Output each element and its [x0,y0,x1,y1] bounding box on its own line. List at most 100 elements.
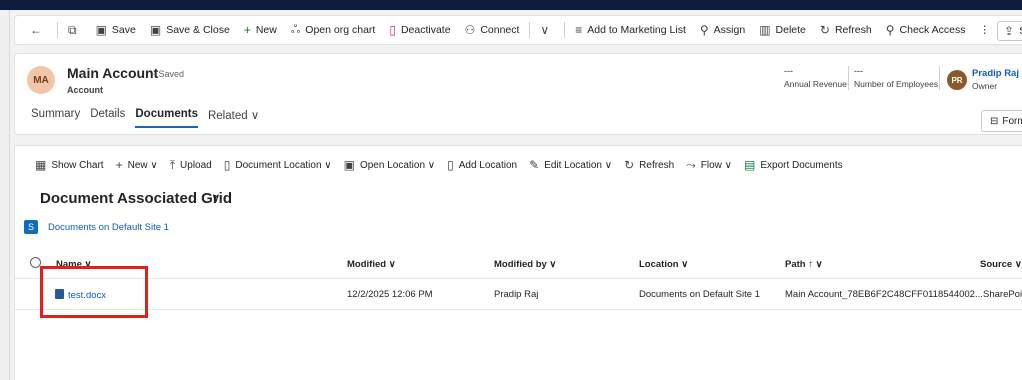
save-close-button[interactable]: ▣ Save & Close [143,16,237,44]
check-access-label: Check Access [899,24,966,36]
record-header: MA Main Account - Saved Account --- Annu… [14,53,1022,135]
document-location-icon: ▯ [223,158,231,172]
new-button[interactable]: + New [237,16,284,44]
export-documents-button[interactable]: ▤ Export Documents [738,152,849,178]
chevron-down-icon[interactable]: ∨ [211,190,221,206]
show-chart-button[interactable]: ▦ Show Chart [29,152,110,178]
save-label: Save [111,24,136,36]
add-location-label: Add Location [458,159,518,171]
annual-revenue-value: --- [784,66,793,76]
flow-label: Flow ∨ [700,159,732,171]
check-access-icon: ⚲ [885,23,895,37]
add-marketing-list-button[interactable]: ≡ Add to Marketing List [568,16,693,44]
refresh-icon: ↻ [624,158,635,172]
source-cell: SharePoi [983,289,1022,300]
column-header-modified-by[interactable]: Modified by ∨ [494,259,556,270]
share-button[interactable]: ⇪Sl [997,21,1022,41]
open-location-button[interactable]: ▣ Open Location ∨ [338,152,442,178]
new-document-button[interactable]: + New ∨ [110,152,164,178]
record-name: Main Account [67,65,159,81]
delete-button[interactable]: ▥ Delete [752,16,813,44]
assign-button[interactable]: ⚲ Assign [693,16,752,44]
divider [564,22,566,38]
divider [848,66,849,90]
modified-cell: 12/2/2025 12:06 PM [347,289,433,300]
assign-icon: ⚲ [699,23,709,37]
connect-button[interactable]: ⚇ Connect [458,16,527,44]
refresh-label: Refresh [834,24,872,36]
chart-icon: ▦ [35,158,47,172]
delete-icon: ▥ [759,23,771,37]
document-location-label: Document Location ∨ [235,159,332,171]
marketing-list-icon: ≡ [575,23,583,37]
more-commands-chevron[interactable]: ∨ [533,16,561,44]
owner-label: Owner [972,81,998,91]
employees-value: --- [854,66,863,76]
connect-icon: ⚇ [464,23,476,37]
deactivate-icon: ▯ [389,23,396,37]
open-location-icon: ▣ [343,158,355,172]
grid-refresh-label: Refresh [639,159,675,171]
tab-details[interactable]: Details [90,108,125,128]
plus-icon: + [243,23,251,37]
default-site-link[interactable]: S Documents on Default Site 1 [24,220,169,234]
grid-title[interactable]: Document Associated Grid [40,190,232,207]
org-chart-button[interactable]: ஃ Open org chart [284,16,382,44]
document-location-button[interactable]: ▯ Document Location ∨ [218,152,338,178]
edit-location-button[interactable]: ✎ Edit Location ∨ [523,152,618,178]
check-access-button[interactable]: ⚲ Check Access [879,16,973,44]
left-nav-strip [0,10,10,380]
save-icon: ▣ [95,23,107,37]
assign-label: Assign [713,24,746,36]
tab-summary[interactable]: Summary [31,108,80,128]
column-header-modified[interactable]: Modified ∨ [347,259,396,270]
show-chart-label: Show Chart [51,159,104,171]
grid-refresh-button[interactable]: ↻ Refresh [618,152,680,178]
export-documents-label: Export Documents [760,159,843,171]
tab-related[interactable]: Related ∨ [208,108,259,128]
flow-icon: ⤳ [686,157,696,172]
add-location-button[interactable]: ▯ Add Location [441,152,523,178]
back-arrow-icon: ← [30,23,42,37]
flow-button[interactable]: ⤳ Flow ∨ [680,152,738,178]
more-options-button[interactable]: ⋮ [972,16,997,44]
popout-button[interactable]: ⧉ [61,16,89,44]
connect-label: Connect [480,24,520,36]
column-header-path[interactable]: Path ↑ ∨ [785,259,823,270]
employees-label: Number of Employees [854,79,939,89]
owner-link[interactable]: Pradip Raj [972,68,1019,79]
edit-location-label: Edit Location ∨ [544,159,613,171]
org-chart-label: Open org chart [305,24,376,36]
deactivate-button[interactable]: ▯ Deactivate [382,16,457,44]
select-all-radio[interactable] [30,257,41,268]
path-cell: Main Account_78EB6F2C48CFF0118544002... [785,289,983,300]
upload-button[interactable]: ⤒ Upload [164,152,218,178]
tab-documents[interactable]: Documents [135,108,198,128]
annual-revenue-label: Annual Revenue [784,79,847,89]
back-button[interactable]: ← [23,16,54,44]
table-row[interactable]: test.docx 12/2/2025 12:06 PM Pradip Raj … [15,280,1022,310]
grid-header-row: Name ∨ Modified ∨ Modified by ∨ Location… [15,251,1022,279]
upload-label: Upload [180,159,212,171]
column-header-location[interactable]: Location ∨ [639,259,688,270]
sharepoint-icon: S [24,220,38,234]
excel-icon: ▤ [744,158,756,172]
word-doc-icon [55,289,64,299]
entity-type: Account [67,85,103,95]
column-header-name[interactable]: Name ∨ [56,259,91,270]
save-button[interactable]: ▣ Save [89,16,143,44]
divider [939,66,940,90]
document-name-link[interactable]: test.docx [55,289,106,301]
site-link-label: Documents on Default Site 1 [48,221,169,233]
save-close-icon: ▣ [149,23,162,37]
deactivate-label: Deactivate [400,24,451,36]
form-selector-button[interactable]: ⊟ Form [981,110,1022,132]
more-icon: ⋮ [979,24,990,36]
column-header-source[interactable]: Source ∨ [980,259,1022,270]
record-tabs: Summary Details Documents Related ∨ [31,108,269,128]
save-close-label: Save & Close [166,24,230,36]
form-icon: ⊟ [990,115,999,127]
refresh-button[interactable]: ↻ Refresh [813,16,879,44]
upload-icon: ⤒ [169,157,176,172]
location-cell: Documents on Default Site 1 [639,289,760,300]
